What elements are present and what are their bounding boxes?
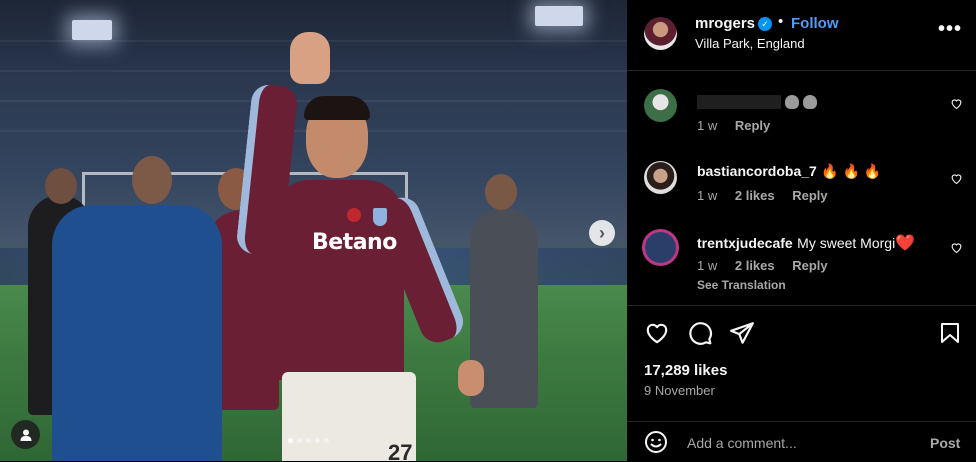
comment-text: 🔥 🔥 🔥 (821, 163, 882, 179)
comment-likes[interactable]: 2 likes (735, 258, 775, 273)
club-crest (373, 208, 387, 226)
commenter-avatar[interactable] (642, 229, 679, 266)
commenter-avatar[interactable] (644, 89, 677, 122)
comment-icon[interactable] (687, 320, 713, 346)
emoji-icon[interactable] (644, 430, 668, 454)
tagged-users-button[interactable] (11, 420, 40, 449)
comment-input[interactable] (685, 428, 919, 458)
post-photo[interactable]: Betano 27 › (0, 0, 627, 461)
comment-body: bastiancordoba_7 🔥 🔥 🔥 (697, 163, 881, 181)
player-right-hand (458, 360, 484, 396)
comment-body (697, 93, 821, 111)
author-avatar[interactable] (644, 17, 677, 50)
reply-button[interactable]: Reply (735, 118, 770, 133)
carousel-dot (324, 438, 329, 443)
commenter-username[interactable]: bastiancordoba_7 (697, 163, 817, 179)
reply-button[interactable]: Reply (792, 258, 827, 273)
heart-icon[interactable] (950, 241, 963, 254)
heart-icon[interactable] (950, 172, 963, 185)
carousel-dot (306, 438, 311, 443)
separator: • (778, 13, 784, 30)
reply-button[interactable]: Reply (792, 188, 827, 203)
post-sidebar: mrogers ✓ • Follow Villa Park, England •… (627, 0, 976, 461)
commenter-username[interactable]: trentxjudecafe (697, 235, 793, 251)
post-header: mrogers ✓ • Follow Villa Park, England •… (627, 0, 976, 71)
comment-item: trentxjudecafe My sweet Morgi❤️ 1 w 2 li… (627, 225, 976, 295)
gorilla-emoji-icon (785, 94, 799, 109)
chevron-right-icon: › (599, 222, 605, 243)
post-date[interactable]: 9 November (644, 383, 715, 398)
waving-hand (290, 32, 330, 84)
comment-time: 1 w (697, 188, 718, 203)
comment-meta: 1 w 2 likes Reply (697, 188, 842, 203)
heart-icon[interactable] (950, 97, 963, 110)
post-comment-button[interactable]: Post (930, 435, 960, 451)
add-comment-bar: Post (627, 421, 976, 462)
see-translation-link[interactable]: See Translation (697, 278, 786, 292)
bookmark-icon[interactable] (938, 320, 962, 346)
more-horizontal-icon: ••• (938, 18, 963, 40)
next-photo-button[interactable]: › (589, 220, 615, 246)
follow-button[interactable]: Follow (791, 15, 839, 32)
carousel-dot (297, 438, 302, 443)
like-count[interactable]: 17,289 likes (644, 362, 727, 379)
heart-icon[interactable] (644, 320, 670, 346)
comment-time: 1 w (697, 118, 718, 133)
floodlight (72, 20, 112, 40)
carousel-dot (288, 438, 293, 443)
verified-badge-icon: ✓ (758, 17, 772, 31)
comment-meta: 1 w Reply (697, 118, 784, 133)
comment-time: 1 w (697, 258, 718, 273)
poppy-badge (347, 208, 361, 222)
post-location[interactable]: Villa Park, England (695, 36, 805, 51)
comment-likes[interactable]: 2 likes (735, 188, 775, 203)
carousel-dot (315, 438, 320, 443)
comment-text: My sweet Morgi (797, 235, 896, 251)
more-options-button[interactable]: ••• (938, 18, 962, 41)
red-heart-emoji-icon: ❤️ (895, 235, 916, 252)
comment-item: bastiancordoba_7 🔥 🔥 🔥 1 w 2 likes Reply (627, 155, 976, 210)
floodlight (535, 6, 583, 26)
share-icon[interactable] (729, 320, 755, 346)
post-actions-bar (627, 305, 976, 362)
comment-meta: 1 w 2 likes Reply (697, 258, 842, 273)
user-icon (20, 429, 31, 441)
comment-body: trentxjudecafe My sweet Morgi❤️ (697, 233, 915, 253)
author-username[interactable]: mrogers (695, 15, 755, 32)
steward-head (485, 174, 517, 210)
staff-member-head (132, 156, 172, 204)
shirt-number: 27 (388, 440, 413, 461)
commenter-avatar[interactable] (644, 161, 677, 194)
comment-item: 1 w Reply (627, 85, 976, 140)
shirt-sponsor: Betano (312, 230, 397, 255)
gorilla-emoji-icon (803, 94, 817, 109)
staff-member (52, 205, 222, 461)
player-hair (304, 96, 370, 120)
carousel-dots (288, 438, 329, 443)
background-person-head (45, 168, 77, 204)
redacted-username (697, 94, 781, 109)
